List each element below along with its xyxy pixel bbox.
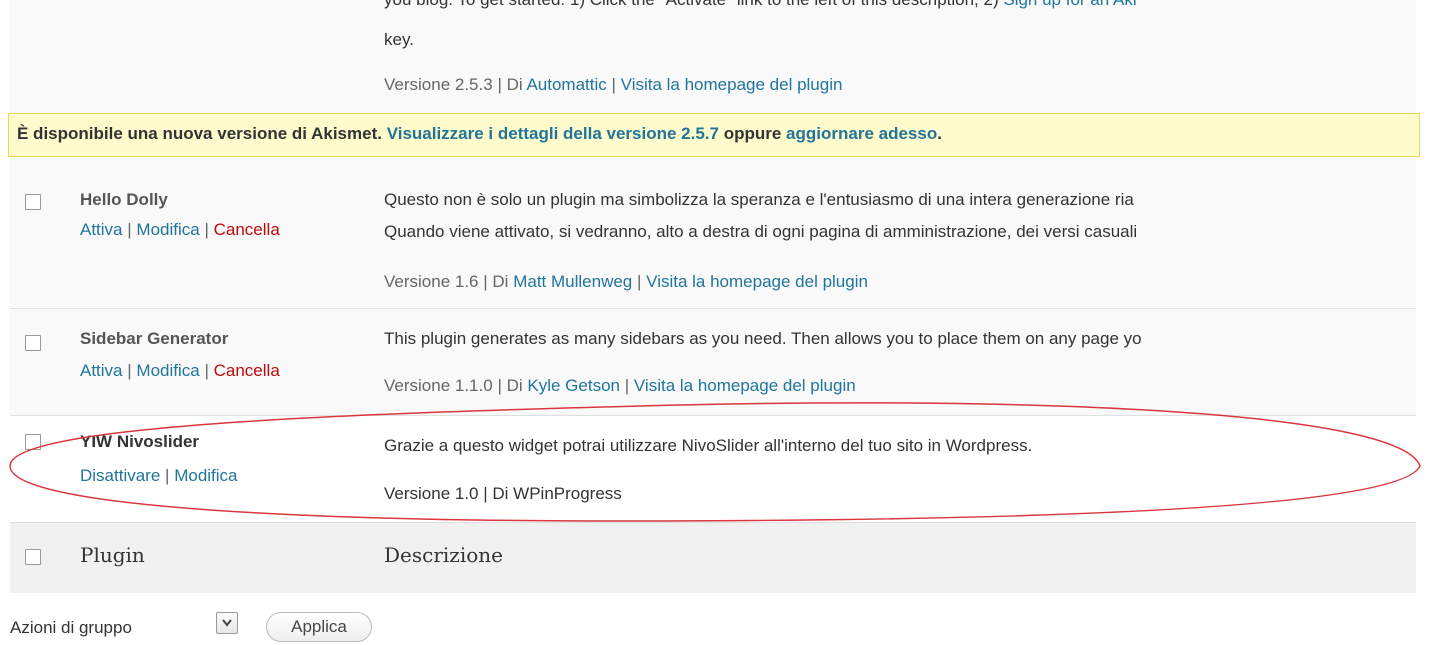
plugin-row-hello-dolly: Hello Dolly Attiva | Modifica | Cancella… [10, 160, 1416, 308]
plugin-actions: Attiva | Modifica | Cancella [80, 361, 280, 380]
signup-link[interactable]: Sign up for an Aki [1003, 0, 1136, 9]
bulk-actions-select[interactable]: Azioni di gruppo [10, 606, 252, 637]
plugin-description: you blog. To get started: 1) Click the "… [384, 0, 1137, 14]
chevron-down-icon[interactable] [216, 612, 238, 634]
plugin-name: Sidebar Generator [80, 329, 229, 348]
plugin-checkbox[interactable] [25, 434, 41, 450]
plugin-actions: Disattivare | Modifica [80, 466, 238, 485]
plugin-meta: Versione 1.0 | Di WPinProgress [384, 484, 622, 503]
plugin-meta: Versione 1.1.0 | Di Kyle Getson | Visita… [384, 376, 856, 395]
delete-link[interactable]: Cancella [214, 361, 280, 380]
deactivate-link[interactable]: Disattivare [80, 466, 160, 485]
apply-button[interactable]: Applica [266, 612, 372, 642]
plugin-row-sidebar-generator: Sidebar Generator Attiva | Modifica | Ca… [10, 309, 1416, 415]
delete-link[interactable]: Cancella [214, 220, 280, 239]
author-link[interactable]: Kyle Getson [527, 376, 620, 395]
homepage-link[interactable]: Visita la homepage del plugin [621, 75, 843, 94]
table-footer: Plugin Descrizione [10, 522, 1416, 593]
plugin-description-line2: Quando viene attivato, si vedranno, alto… [384, 222, 1138, 241]
bulk-actions-label: Azioni di gruppo [10, 618, 132, 637]
update-now-link[interactable]: aggiornare adesso [786, 124, 937, 143]
plugin-meta: Versione 2.5.3 | Di Automattic | Visita … [384, 75, 843, 94]
author-link[interactable]: Automattic [526, 75, 606, 94]
update-notice: È disponibile una nuova versione di Akis… [8, 113, 1420, 157]
edit-link[interactable]: Modifica [136, 220, 199, 239]
plugin-description: Grazie a questo widget potrai utilizzare… [384, 436, 1033, 455]
plugin-description: This plugin generates as many sidebars a… [384, 329, 1142, 348]
plugin-name: Hello Dolly [80, 190, 168, 209]
activate-link[interactable]: Attiva [80, 361, 123, 380]
view-details-link[interactable]: Visualizzare i dettagli della versione 2… [387, 124, 719, 143]
plugin-checkbox[interactable] [25, 335, 41, 351]
plugin-name: YIW Nivoslider [80, 432, 200, 451]
column-header-description: Descrizione [384, 543, 503, 567]
edit-link[interactable]: Modifica [174, 466, 237, 485]
activate-link[interactable]: Attiva [80, 220, 123, 239]
column-header-plugin[interactable]: Plugin [80, 543, 145, 567]
plugin-row-yiw-nivoslider: YIW Nivoslider Disattivare | Modifica Gr… [10, 416, 1416, 522]
homepage-link[interactable]: Visita la homepage del plugin [646, 272, 868, 291]
plugin-actions: Attiva | Modifica | Cancella [80, 220, 280, 239]
plugin-description: Questo non è solo un plugin ma simbolizz… [384, 190, 1134, 209]
plugin-meta: Versione 1.6 | Di Matt Mullenweg | Visit… [384, 272, 868, 291]
plugin-row-akismet: you blog. To get started: 1) Click the "… [10, 0, 1416, 110]
plugin-description-line2: key. [384, 30, 414, 49]
homepage-link[interactable]: Visita la homepage del plugin [634, 376, 856, 395]
plugin-checkbox[interactable] [25, 194, 41, 210]
author-link[interactable]: Matt Mullenweg [513, 272, 632, 291]
edit-link[interactable]: Modifica [136, 361, 199, 380]
select-all-checkbox[interactable] [25, 549, 41, 565]
plugins-table: you blog. To get started: 1) Click the "… [10, 0, 1416, 593]
